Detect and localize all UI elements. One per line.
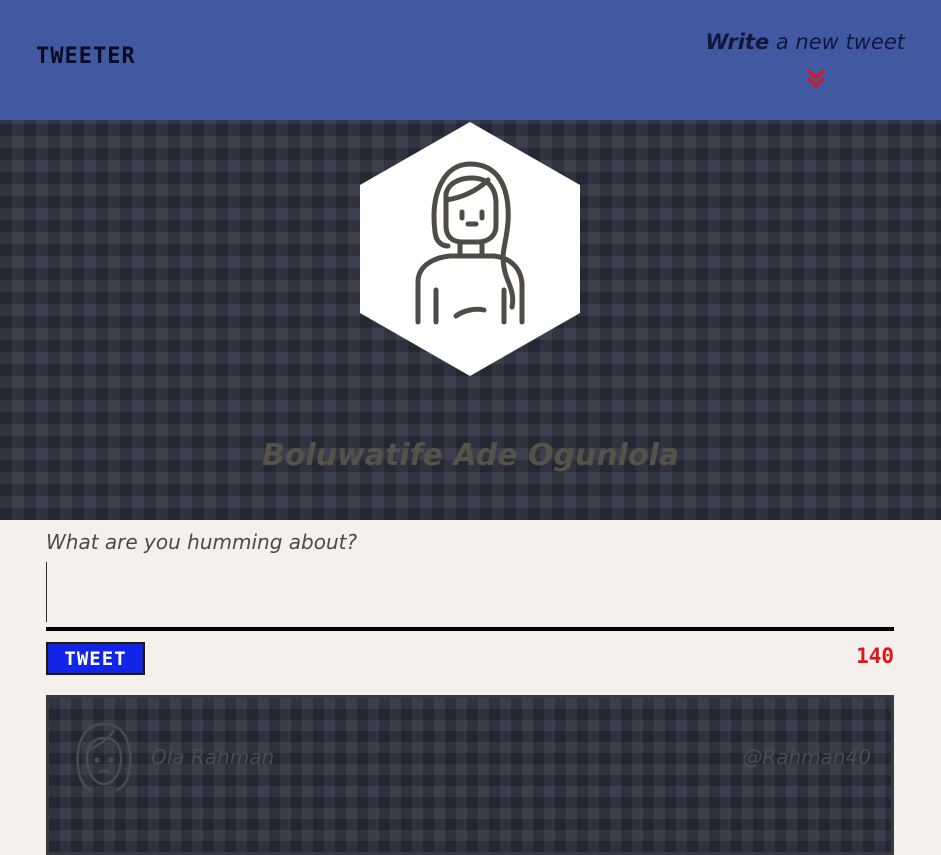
woman-face-icon	[76, 722, 132, 792]
write-new-tweet-text: Write a new tweet	[705, 30, 905, 54]
compose-label: What are you humming about?	[46, 530, 358, 554]
write-rest-label: a new tweet	[769, 30, 905, 54]
double-chevron-down-icon[interactable]	[805, 68, 827, 90]
tweet-textarea[interactable]	[46, 562, 894, 622]
character-counter: 140	[856, 644, 894, 668]
top-navbar: TWEETER Write a new tweet	[0, 0, 941, 120]
tweet-card: Ola Rahman @Rahman40	[46, 695, 894, 855]
compose-divider	[46, 627, 894, 631]
tweet-author-name[interactable]: Ola Rahman	[151, 745, 274, 769]
tweet-author-handle[interactable]: @Rahman40	[742, 745, 871, 769]
write-strong-label: Write	[705, 30, 770, 54]
profile-hero: Boluwatife Ade Ogunlola	[0, 120, 941, 520]
compose-section: What are you humming about?	[46, 530, 894, 627]
profile-name: Boluwatife Ade Ogunlola	[261, 438, 680, 473]
brand-logo[interactable]: TWEETER	[36, 44, 136, 69]
tweet-button[interactable]: TWEET	[46, 642, 145, 675]
profile-avatar	[360, 122, 580, 376]
write-new-tweet-toggle[interactable]: Write a new tweet	[705, 30, 905, 88]
